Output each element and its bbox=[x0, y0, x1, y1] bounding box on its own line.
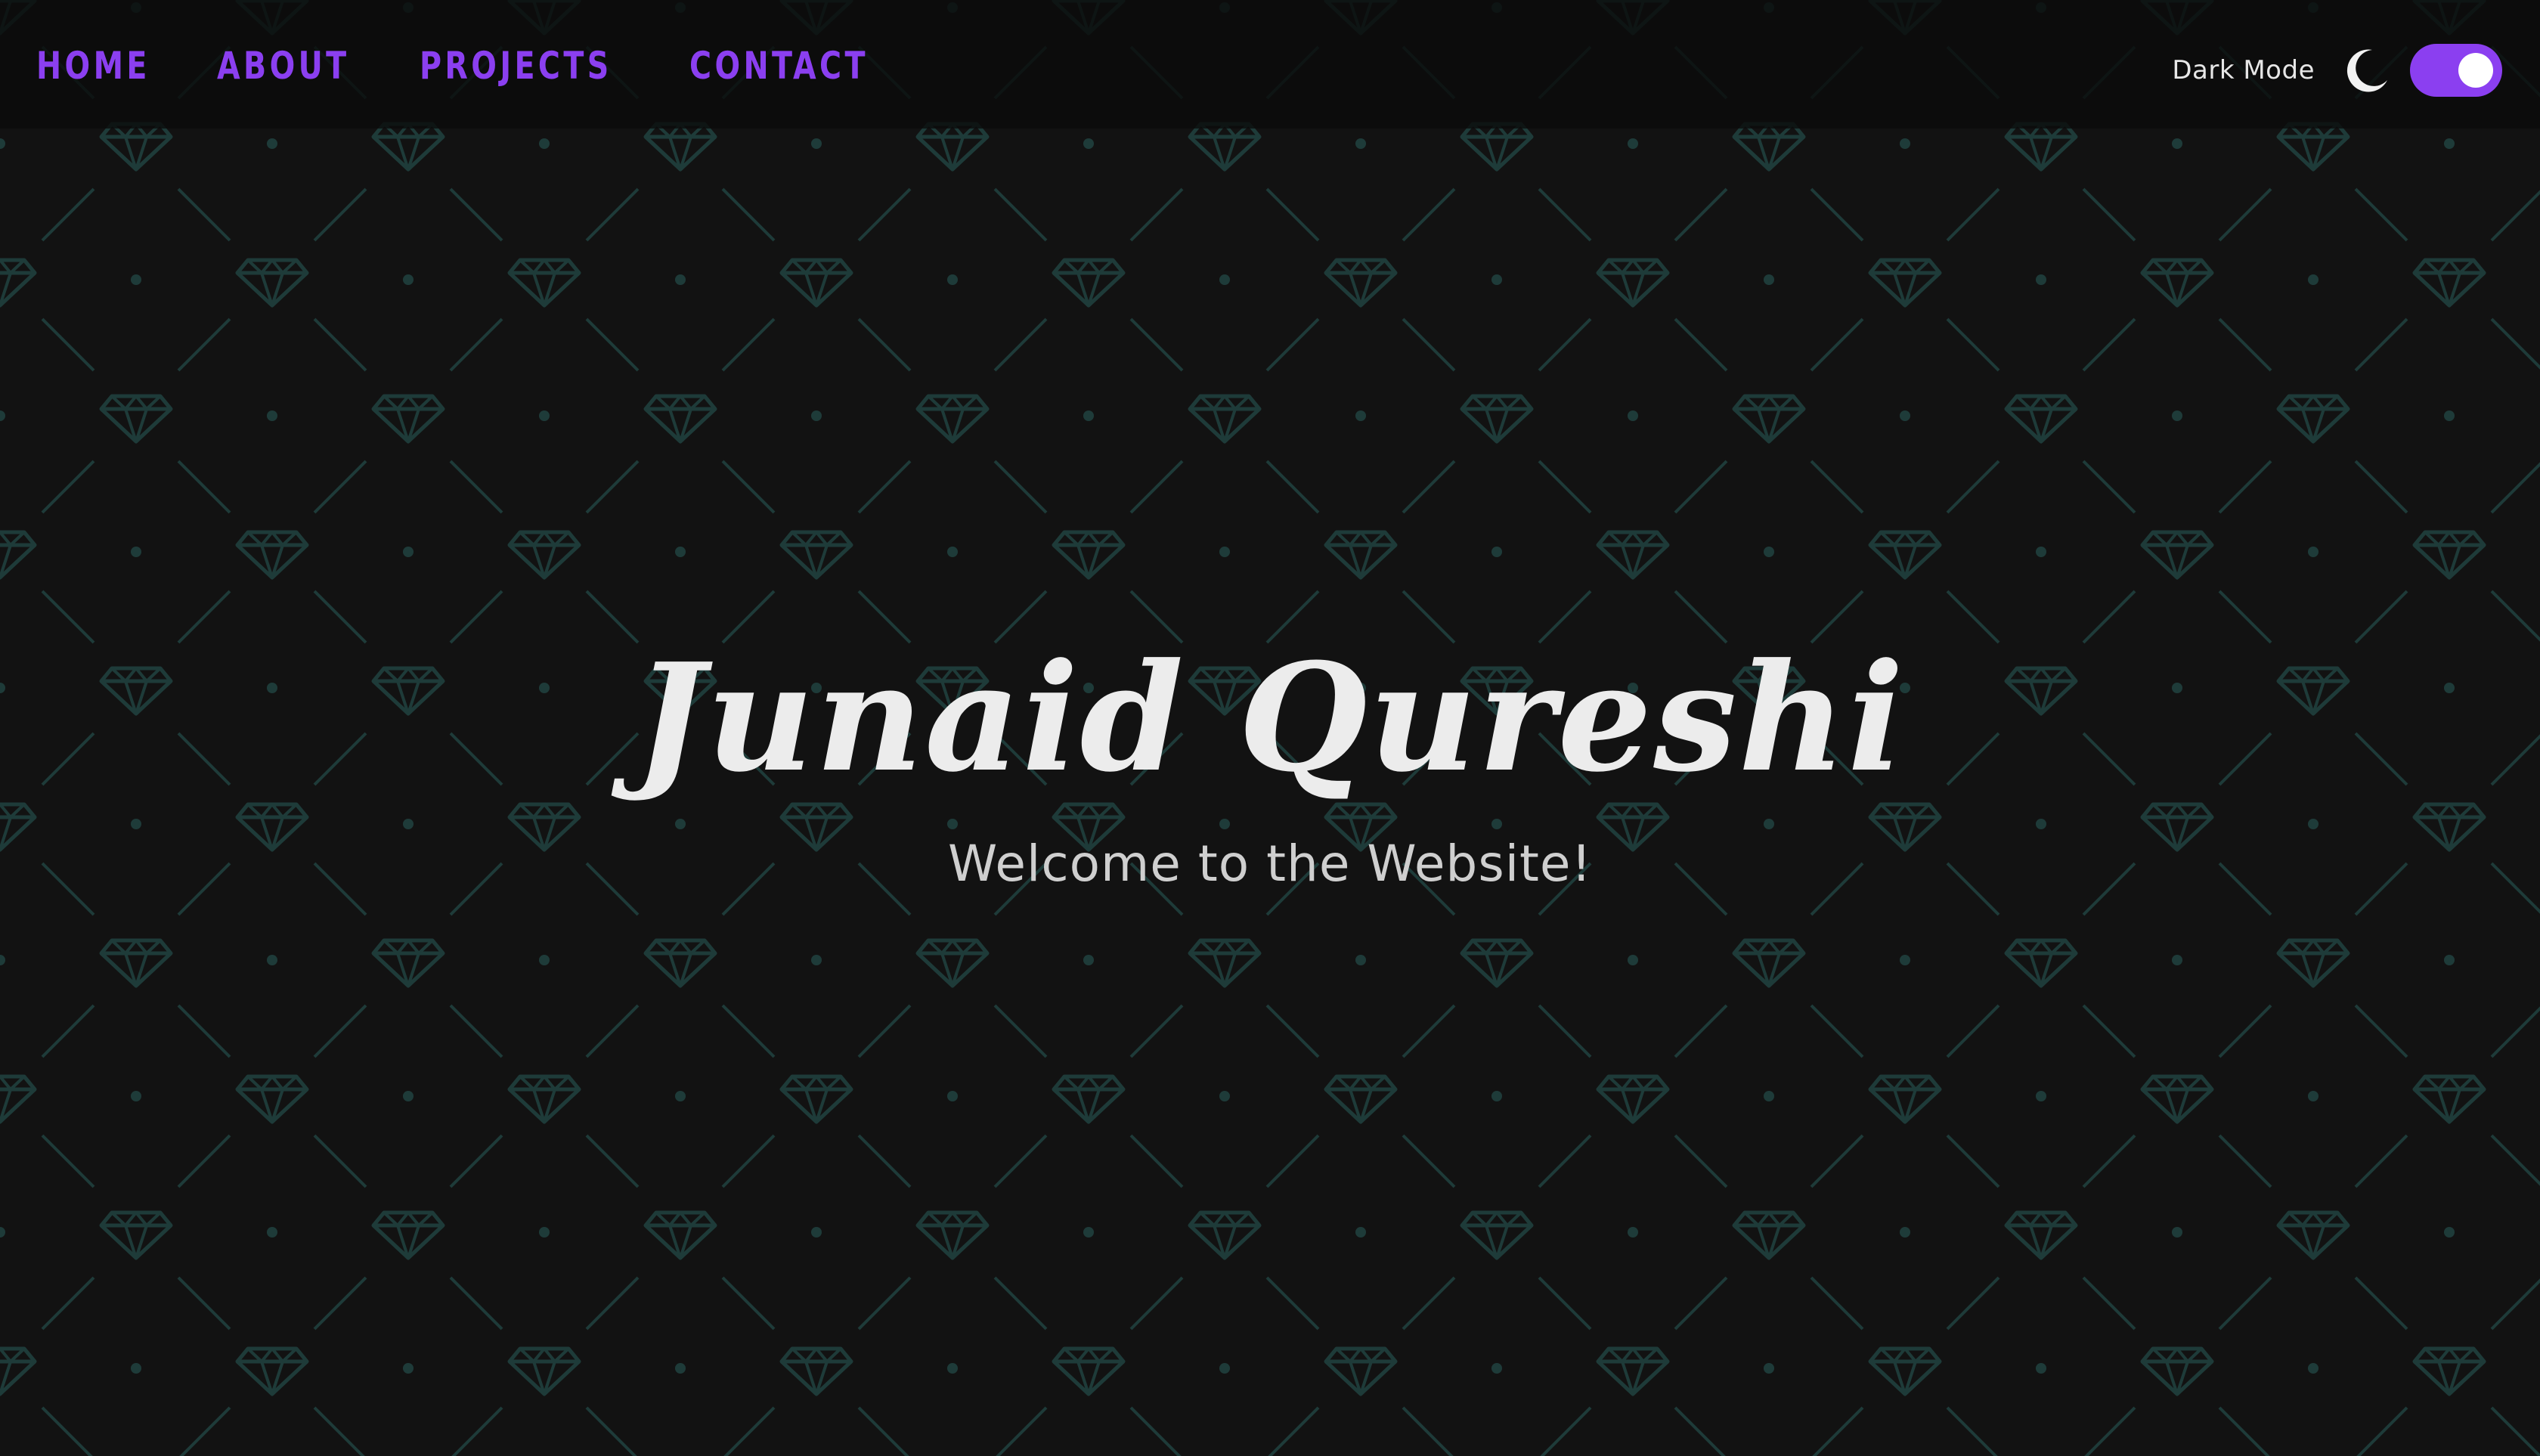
nav-about-link[interactable]: ABOUT bbox=[217, 38, 350, 94]
toggle-knob bbox=[2458, 53, 2493, 88]
nav-projects-link[interactable]: PROJECTS bbox=[420, 38, 612, 94]
dark-mode-label: Dark Mode bbox=[2172, 55, 2315, 85]
nav-home-link[interactable]: HOME bbox=[36, 38, 150, 94]
moon-icon bbox=[2346, 49, 2387, 92]
hero-subtitle: Welcome to the Website! bbox=[948, 835, 1592, 893]
nav-links: HOME ABOUT PROJECTS CONTACT bbox=[36, 38, 894, 94]
top-navbar: HOME ABOUT PROJECTS CONTACT Dark Mode bbox=[0, 0, 2540, 129]
dark-mode-control: Dark Mode bbox=[2172, 42, 2502, 98]
nav-contact-link[interactable]: CONTACT bbox=[689, 38, 869, 94]
dark-mode-toggle[interactable] bbox=[2410, 44, 2502, 97]
hero-title: Junaid Qureshi bbox=[634, 631, 1906, 805]
hero-section: Junaid Qureshi Welcome to the Website! bbox=[0, 627, 2540, 893]
